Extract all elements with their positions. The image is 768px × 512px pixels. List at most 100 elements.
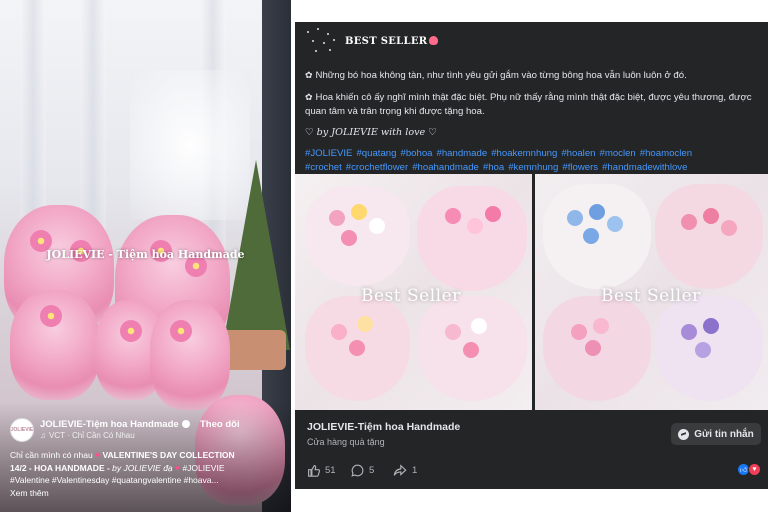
hashtag-link[interactable]: #handmadewithlove: [602, 162, 687, 173]
flower: [583, 228, 599, 244]
hashtag-link[interactable]: #JOLIEVIE: [305, 148, 352, 159]
reel-video[interactable]: JOLIEVIE - Tiệm hoa Handmade JOLIEVIE JO…: [0, 0, 291, 512]
flower: [721, 220, 737, 236]
send-message-label: Gửi tin nhắn: [694, 428, 754, 440]
love-reaction-icon: ♥: [748, 463, 761, 476]
caption-line: 14/2 - HOA HANDMADE - by JOLIEVIE đạ ♥ #…: [10, 462, 285, 475]
hashtag-link[interactable]: #handmade: [437, 148, 488, 159]
post-photo-grid[interactable]: Best Seller Best Seller: [295, 174, 768, 410]
flower: [703, 208, 719, 224]
post-header: BEST SELLER: [295, 22, 768, 62]
hashtag-link[interactable]: #crochetflower: [346, 162, 408, 173]
send-message-button[interactable]: Gửi tin nhắn: [671, 423, 761, 445]
tulip-icon: [429, 36, 439, 45]
like-stat[interactable]: 51: [307, 464, 336, 477]
hashtag-link[interactable]: #hoa: [483, 162, 504, 173]
bouquet-wrap: [655, 184, 763, 289]
flower: [567, 210, 583, 226]
post-title: BEST SELLER: [345, 36, 439, 47]
post-signature: ♡ by JOLIEVIE with love ♡: [305, 127, 437, 138]
like-count: 51: [325, 465, 336, 476]
flower: [349, 340, 365, 356]
post-paragraph: ✿ Những bó hoa không tàn, như tình yêu gử…: [305, 68, 763, 83]
post-paragraph-text: Hoa khiến cô ấy nghĩ mình thật đặc biệt.…: [305, 92, 752, 117]
reel-music[interactable]: ♫ VCT · Chỉ Cần Có Nhau: [40, 431, 135, 440]
hashtag-link[interactable]: #bohoa: [400, 148, 432, 159]
hashtag-link[interactable]: #hoakemnhung: [491, 148, 557, 159]
flower: [607, 216, 623, 232]
flower: [695, 342, 711, 358]
flower: [357, 316, 373, 332]
follow-button[interactable]: Theo dõi: [200, 419, 240, 430]
avatar[interactable]: JOLIEVIE: [10, 418, 34, 442]
flower: [351, 204, 367, 220]
post-stats: 51 5 1 👍︎ ♥: [295, 460, 768, 482]
hashtag-link[interactable]: #hoalen: [561, 148, 595, 159]
comment-icon: [351, 464, 364, 477]
messenger-icon: [678, 428, 690, 440]
flower: [585, 340, 601, 356]
hashtag-link[interactable]: #hoahandmade: [412, 162, 479, 173]
hashtag-link[interactable]: #hoamoclen: [640, 148, 692, 159]
caption-text: 14/2 - HOA HANDMADE -: [10, 462, 113, 473]
hashtag-link[interactable]: #moclen: [600, 148, 636, 159]
see-more-link[interactable]: Xem thêm: [10, 487, 285, 500]
screen: JOLIEVIE - Tiệm hoa Handmade JOLIEVIE JO…: [0, 0, 768, 512]
share-stat[interactable]: 1: [393, 464, 417, 477]
best-seller-label: Best Seller: [361, 286, 461, 306]
flower: [329, 210, 345, 226]
reel-watermark: JOLIEVIE - Tiệm hoa Handmade: [46, 248, 245, 261]
caption-text: VALENTINE'S DAY COLLECTION: [100, 450, 235, 460]
flower: [593, 318, 609, 334]
share-icon: [393, 464, 407, 476]
hashtag-link[interactable]: #kemnhung: [508, 162, 558, 173]
post-paragraph: ✿ Hoa khiến cô ấy nghĩ mình thật đặc biệt…: [305, 90, 763, 119]
flower: [120, 320, 142, 342]
bouquet-wrap: [417, 186, 527, 291]
caption-line: Chỉ cần mình có nhau ♥ VALENTINE'S DAY C…: [10, 449, 285, 462]
hashtag-link[interactable]: #crochet: [305, 162, 342, 173]
clover-icon: ✿: [305, 92, 313, 102]
flower: [471, 318, 487, 334]
page-info-row: JOLIEVIE-Tiệm hoa Handmade Cửa hàng quà …: [295, 411, 768, 455]
caption-line[interactable]: #Valentine #Valentinesday #quatangvalent…: [10, 474, 285, 487]
post-card: BEST SELLER ✿ Những bó hoa không tàn, như…: [295, 22, 768, 489]
comment-count: 5: [369, 465, 375, 476]
sparkle-decoration: [303, 27, 339, 57]
post-paragraph-text: Những bó hoa không tàn, như tình yêu gửi…: [315, 70, 687, 81]
post-body: ✿ Những bó hoa không tàn, như tình yêu gử…: [305, 68, 763, 175]
flower: [369, 218, 385, 234]
page-name-link[interactable]: JOLIEVIE-Tiệm hoa Handmade: [307, 421, 460, 433]
post-photo[interactable]: Best Seller: [295, 174, 532, 410]
flower: [170, 320, 192, 342]
caption-text: Chỉ cần mình có nhau: [10, 450, 96, 460]
verified-icon: [181, 420, 190, 428]
best-seller-label: Best Seller: [601, 286, 701, 306]
caption-text: by JOLIEVIE đạ: [112, 462, 173, 473]
music-note-icon: ♫: [40, 431, 46, 440]
flower: [445, 208, 461, 224]
post-title-text: BEST SELLER: [345, 36, 428, 47]
flower: [681, 214, 697, 230]
hashtag-link[interactable]: #flowers: [562, 162, 598, 173]
flower: [703, 318, 719, 334]
page-category: Cửa hàng quà tặng: [307, 437, 385, 447]
reel-page-name-text[interactable]: JOLIEVIE-Tiệm hoa Handmade: [40, 419, 179, 430]
flower: [589, 204, 605, 220]
reaction-summary[interactable]: 👍︎ ♥: [737, 463, 763, 477]
hashtag-list: #JOLIEVIE #quatang #bohoa #handmade #hoakemn…: [305, 147, 763, 175]
flower: [571, 324, 587, 340]
caption-hashtag[interactable]: #JOLIEVIE: [180, 463, 224, 473]
comment-stat[interactable]: 5: [351, 464, 374, 477]
bouquet-wrap: [305, 186, 410, 286]
reel-caption: Chỉ cần mình có nhau ♥ VALENTINE'S DAY C…: [10, 449, 285, 499]
flower: [445, 324, 461, 340]
flower: [681, 324, 697, 340]
bouquet-image: [150, 300, 230, 410]
clover-icon: ✿: [305, 70, 313, 80]
heart-emoji-icon: ♥: [172, 462, 181, 473]
flower: [463, 342, 479, 358]
post-photo[interactable]: Best Seller: [535, 174, 768, 410]
reel-page-name[interactable]: JOLIEVIE-Tiệm hoa Handmade: [40, 419, 190, 430]
hashtag-link[interactable]: #quatang: [356, 148, 396, 159]
